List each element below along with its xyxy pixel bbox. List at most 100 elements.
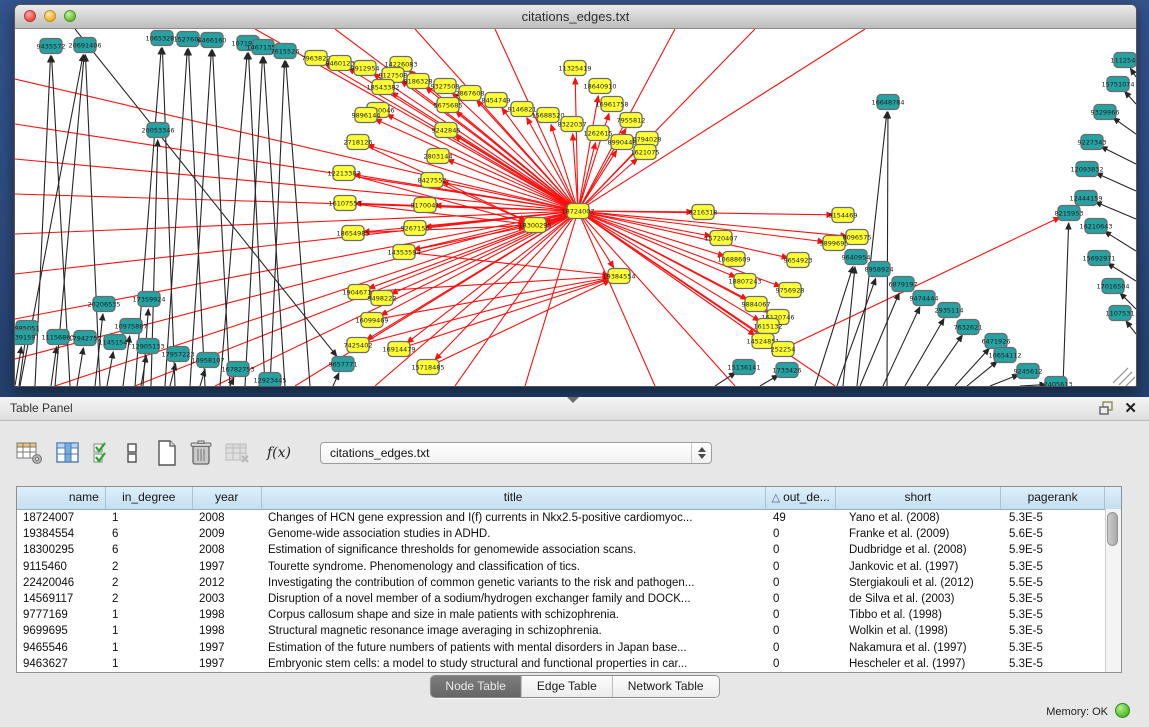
graph-edge[interactable]: [190, 50, 211, 386]
cell-year[interactable]: 2012: [193, 575, 262, 591]
graph-node[interactable]: 9498222: [368, 291, 397, 306]
graph-edge[interactable]: [455, 135, 578, 211]
row-height-icon[interactable]: [126, 438, 138, 468]
close-panel-icon[interactable]: ✕: [1124, 399, 1137, 417]
graph-node[interactable]: 8096575: [843, 230, 872, 245]
column-header-short[interactable]: short: [836, 487, 1002, 509]
graph-node[interactable]: 16210643: [1079, 219, 1112, 234]
graph-node[interactable]: 10958107: [191, 353, 224, 368]
graph-edge[interactable]: [1096, 173, 1136, 191]
cell-short[interactable]: Franke et al. (2009): [837, 526, 1003, 542]
cell-title[interactable]: Changes of HCN gene expression and I(f) …: [262, 510, 767, 526]
cell-in_degree[interactable]: 1: [106, 640, 193, 656]
zoom-button[interactable]: [64, 10, 76, 22]
cell-in_degree[interactable]: 2: [106, 591, 193, 607]
graph-node[interactable]: 18654985: [336, 226, 369, 241]
graph-edge[interactable]: [905, 319, 944, 386]
cell-short[interactable]: Hescheler et al. (1997): [837, 656, 1003, 672]
cell-pagerank[interactable]: 5.3E-5: [1003, 559, 1107, 575]
cell-pagerank[interactable]: 5.3E-5: [1003, 591, 1107, 607]
graph-edge[interactable]: [990, 375, 1019, 386]
table-row[interactable]: 1830029562008Estimation of significance …: [17, 542, 1121, 558]
graph-node[interactable]: 10654112: [988, 348, 1021, 363]
graph-node[interactable]: 16107553: [328, 196, 361, 211]
cell-pagerank[interactable]: 5.6E-5: [1003, 526, 1107, 542]
column-header-out_de[interactable]: △out_de...: [766, 487, 836, 509]
cell-short[interactable]: Stergiakouli et al. (2012): [837, 575, 1003, 591]
graph-node[interactable]: 6471926: [982, 334, 1011, 349]
graph-node[interactable]: 12405613: [1039, 377, 1072, 387]
graph-node[interactable]: 9896144: [352, 108, 381, 123]
graph-node[interactable]: 8912954: [351, 61, 380, 76]
graph-node[interactable]: 8427552: [418, 173, 447, 188]
graph-node[interactable]: 9435572: [37, 39, 66, 54]
cell-short[interactable]: Nakamura et al. (1997): [837, 640, 1003, 656]
graph-node[interactable]: 9329966: [1091, 105, 1120, 120]
close-button[interactable]: [24, 10, 36, 22]
cell-short[interactable]: Tibbo et al. (1998): [837, 607, 1003, 623]
cell-short[interactable]: Jankovic et al. (1997): [837, 559, 1003, 575]
graph-node[interactable]: 9227343: [1078, 135, 1107, 150]
graph-node[interactable]: 9640954: [842, 250, 871, 265]
graph-edge[interactable]: [927, 335, 962, 386]
graph-edge[interactable]: [77, 348, 83, 386]
graph-edge[interactable]: [135, 48, 161, 386]
cell-in_degree[interactable]: 1: [106, 510, 193, 526]
column-header-pagerank[interactable]: pagerank: [1001, 487, 1105, 509]
graph-edge[interactable]: [760, 375, 778, 386]
graph-edge[interactable]: [578, 211, 788, 258]
cell-name[interactable]: 9777169: [17, 607, 106, 623]
graph-node[interactable]: 9267150: [401, 221, 430, 236]
cell-out_degree[interactable]: 0: [767, 542, 837, 558]
graph-node[interactable]: 17359924: [132, 292, 165, 307]
graph-node[interactable]: 8322037: [558, 117, 587, 132]
cell-title[interactable]: Disruption of a novel member of a sodium…: [262, 591, 767, 607]
column-header-year[interactable]: year: [193, 487, 262, 509]
graph-node[interactable]: 9245612: [1014, 364, 1043, 379]
cell-pagerank[interactable]: 5.3E-5: [1003, 656, 1107, 672]
cell-pagerank[interactable]: 5.3E-5: [1003, 640, 1107, 656]
table-settings-icon[interactable]: [16, 438, 43, 468]
graph-node[interactable]: 1733426: [773, 363, 802, 378]
delete-table-icon[interactable]: [225, 438, 250, 468]
graph-edge[interactable]: [333, 373, 339, 386]
graph-node[interactable]: 12923445: [253, 373, 286, 387]
cell-out_degree[interactable]: 49: [767, 510, 837, 526]
graph-edge[interactable]: [578, 211, 614, 268]
graph-edge[interactable]: [1130, 68, 1136, 77]
tab-network-table[interactable]: Network Table: [613, 676, 719, 697]
graph-node[interactable]: 7615526: [271, 44, 300, 59]
citation-network-graph[interactable]: 1872400779638229460123891295414226083912…: [15, 29, 1136, 386]
cell-title[interactable]: Embryonic stem cells: a model to study s…: [262, 656, 767, 672]
graph-node[interactable]: 2867608: [456, 86, 485, 101]
cell-out_degree[interactable]: 0: [767, 623, 837, 639]
graph-edge[interactable]: [95, 314, 103, 386]
cell-pagerank[interactable]: 5.9E-5: [1003, 542, 1107, 558]
graph-node[interactable]: 12213387: [327, 166, 360, 181]
cell-year[interactable]: 2008: [193, 542, 262, 558]
delete-rows-icon[interactable]: [190, 438, 212, 468]
create-table-icon[interactable]: [157, 438, 177, 468]
table-row[interactable]: 977716911998Corpus callosum shape and si…: [17, 607, 1121, 623]
cell-pagerank[interactable]: 5.5E-5: [1003, 575, 1107, 591]
cell-name[interactable]: 18300295: [17, 542, 106, 558]
cell-year[interactable]: 1997: [193, 656, 262, 672]
graph-node[interactable]: 9242845: [432, 123, 461, 138]
cell-in_degree[interactable]: 6: [106, 542, 193, 558]
cell-out_degree[interactable]: 0: [767, 575, 837, 591]
cell-title[interactable]: Tourette syndrome. Phenomenology and cla…: [262, 559, 767, 575]
cell-pagerank[interactable]: 5.3E-5: [1003, 510, 1107, 526]
table-row[interactable]: 946362711997Embryonic stem cells: a mode…: [17, 656, 1121, 672]
float-panel-icon[interactable]: [1099, 401, 1115, 415]
cell-short[interactable]: Yano et al. (2008): [837, 510, 1003, 526]
cell-name[interactable]: 14569117: [17, 591, 106, 607]
graph-edge[interactable]: [955, 348, 989, 386]
graph-node[interactable]: 16782753: [221, 362, 254, 377]
graph-node[interactable]: 7955812: [617, 113, 646, 128]
graph-node[interactable]: 20691406: [68, 38, 101, 53]
graph-node[interactable]: 11325419: [558, 61, 591, 76]
cell-pagerank[interactable]: 5.3E-5: [1003, 623, 1107, 639]
graph-node[interactable]: 1107531: [1106, 306, 1135, 321]
cell-year[interactable]: 1997: [193, 559, 262, 575]
minimize-button[interactable]: [44, 10, 56, 22]
